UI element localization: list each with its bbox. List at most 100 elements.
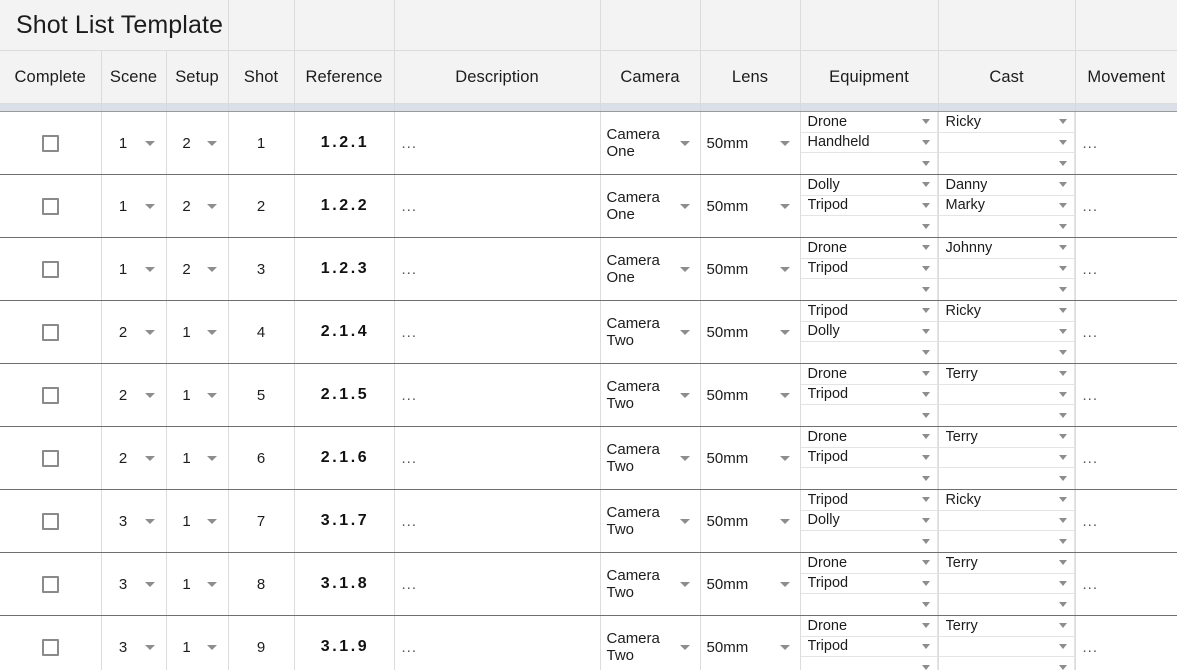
cast-select-3[interactable] xyxy=(939,594,1075,615)
chevron-down-icon[interactable] xyxy=(779,266,790,272)
chevron-down-icon[interactable] xyxy=(921,371,930,377)
chevron-down-icon[interactable] xyxy=(779,581,790,587)
equipment-select-2[interactable]: Tripod xyxy=(800,636,938,658)
column-header-description[interactable]: Description xyxy=(394,50,601,104)
cast-select-1[interactable]: Terry xyxy=(938,427,1075,448)
chevron-down-icon[interactable] xyxy=(1058,517,1067,523)
cell-lens[interactable]: 50mm xyxy=(700,489,801,553)
cell-reference[interactable]: 3.1.9 xyxy=(294,615,395,670)
chevron-down-icon[interactable] xyxy=(206,140,217,146)
chevron-down-icon[interactable] xyxy=(921,224,930,230)
complete-checkbox[interactable] xyxy=(41,575,59,593)
cell-lens[interactable]: 50mm xyxy=(700,111,801,175)
cell-setup[interactable]: 1 xyxy=(166,300,229,364)
complete-checkbox[interactable] xyxy=(41,323,59,341)
chevron-down-icon[interactable] xyxy=(679,329,690,335)
cell-camera[interactable]: Camera One xyxy=(600,174,701,238)
equipment-select-1[interactable]: Drone xyxy=(800,238,938,259)
cell-camera[interactable]: Camera Two xyxy=(600,426,701,490)
chevron-down-icon[interactable] xyxy=(1058,202,1067,208)
cell-shot[interactable]: 7 xyxy=(228,489,295,553)
cell-movement[interactable]: ... xyxy=(1075,426,1177,490)
equipment-select-1[interactable]: Tripod xyxy=(800,490,938,511)
chevron-down-icon[interactable] xyxy=(144,644,155,650)
cell-movement[interactable]: ... xyxy=(1075,237,1177,301)
chevron-down-icon[interactable] xyxy=(921,623,930,629)
title-filler-cell[interactable] xyxy=(228,0,295,51)
cell-scene[interactable]: 2 xyxy=(101,426,167,490)
chevron-down-icon[interactable] xyxy=(144,581,155,587)
title-filler-cell[interactable] xyxy=(938,0,1076,51)
equipment-select-1[interactable]: Drone xyxy=(800,112,938,133)
chevron-down-icon[interactable] xyxy=(679,266,690,272)
cell-cast[interactable]: Danny Marky xyxy=(938,174,1076,238)
cast-select-1[interactable]: Terry xyxy=(938,553,1075,574)
equipment-select-3[interactable] xyxy=(801,594,938,615)
chevron-down-icon[interactable] xyxy=(144,140,155,146)
chevron-down-icon[interactable] xyxy=(779,455,790,461)
cell-camera[interactable]: Camera Two xyxy=(600,489,701,553)
chevron-down-icon[interactable] xyxy=(921,497,930,503)
chevron-down-icon[interactable] xyxy=(921,202,930,208)
cell-equipment[interactable]: Drone Tripod xyxy=(800,237,939,301)
chevron-down-icon[interactable] xyxy=(206,581,217,587)
equipment-select-3[interactable] xyxy=(801,657,938,670)
cast-select-3[interactable] xyxy=(939,468,1075,489)
equipment-select-1[interactable]: Drone xyxy=(800,616,938,637)
cell-scene[interactable]: 1 xyxy=(101,111,167,175)
cell-scene[interactable]: 2 xyxy=(101,363,167,427)
title-filler-cell[interactable] xyxy=(1075,0,1177,51)
cell-reference[interactable]: 3.1.7 xyxy=(294,489,395,553)
chevron-down-icon[interactable] xyxy=(679,392,690,398)
cell-shot[interactable]: 1 xyxy=(228,111,295,175)
cell-reference[interactable]: 1.2.3 xyxy=(294,237,395,301)
chevron-down-icon[interactable] xyxy=(1058,413,1067,419)
column-header-lens[interactable]: Lens xyxy=(700,50,801,104)
chevron-down-icon[interactable] xyxy=(921,476,930,482)
cell-description[interactable]: ... xyxy=(394,111,601,175)
chevron-down-icon[interactable] xyxy=(679,581,690,587)
equipment-select-3[interactable] xyxy=(801,468,938,489)
cell-description[interactable]: ... xyxy=(394,615,601,670)
cell-lens[interactable]: 50mm xyxy=(700,615,801,670)
cast-select-2[interactable] xyxy=(938,258,1075,280)
complete-checkbox[interactable] xyxy=(41,260,59,278)
cell-description[interactable]: ... xyxy=(394,489,601,553)
chevron-down-icon[interactable] xyxy=(144,266,155,272)
cell-reference[interactable]: 3.1.8 xyxy=(294,552,395,616)
cell-setup[interactable]: 1 xyxy=(166,552,229,616)
column-header-cast[interactable]: Cast xyxy=(938,50,1076,104)
title-filler-cell[interactable] xyxy=(294,0,395,51)
column-header-reference[interactable]: Reference xyxy=(294,50,395,104)
cell-scene[interactable]: 3 xyxy=(101,552,167,616)
cell-camera[interactable]: Camera Two xyxy=(600,300,701,364)
cell-lens[interactable]: 50mm xyxy=(700,552,801,616)
cell-complete[interactable] xyxy=(0,426,102,490)
chevron-down-icon[interactable] xyxy=(206,644,217,650)
chevron-down-icon[interactable] xyxy=(921,308,930,314)
chevron-down-icon[interactable] xyxy=(921,265,930,271)
cell-equipment[interactable]: Tripod Dolly xyxy=(800,489,939,553)
cast-select-2[interactable] xyxy=(938,384,1075,406)
cast-select-2[interactable] xyxy=(938,636,1075,658)
chevron-down-icon[interactable] xyxy=(1058,139,1067,145)
cast-select-1[interactable]: Ricky xyxy=(938,112,1075,133)
cell-setup[interactable]: 2 xyxy=(166,174,229,238)
equipment-select-2[interactable]: Dolly xyxy=(800,510,938,532)
cell-description[interactable]: ... xyxy=(394,300,601,364)
chevron-down-icon[interactable] xyxy=(921,643,930,649)
chevron-down-icon[interactable] xyxy=(779,140,790,146)
cell-shot[interactable]: 3 xyxy=(228,237,295,301)
cell-camera[interactable]: Camera Two xyxy=(600,552,701,616)
column-header-setup[interactable]: Setup xyxy=(166,50,229,104)
cell-movement[interactable]: ... xyxy=(1075,615,1177,670)
cell-lens[interactable]: 50mm xyxy=(700,426,801,490)
cell-setup[interactable]: 2 xyxy=(166,111,229,175)
chevron-down-icon[interactable] xyxy=(679,455,690,461)
chevron-down-icon[interactable] xyxy=(144,455,155,461)
chevron-down-icon[interactable] xyxy=(206,518,217,524)
chevron-down-icon[interactable] xyxy=(921,517,930,523)
cell-reference[interactable]: 2.1.6 xyxy=(294,426,395,490)
chevron-down-icon[interactable] xyxy=(206,455,217,461)
chevron-down-icon[interactable] xyxy=(921,328,930,334)
